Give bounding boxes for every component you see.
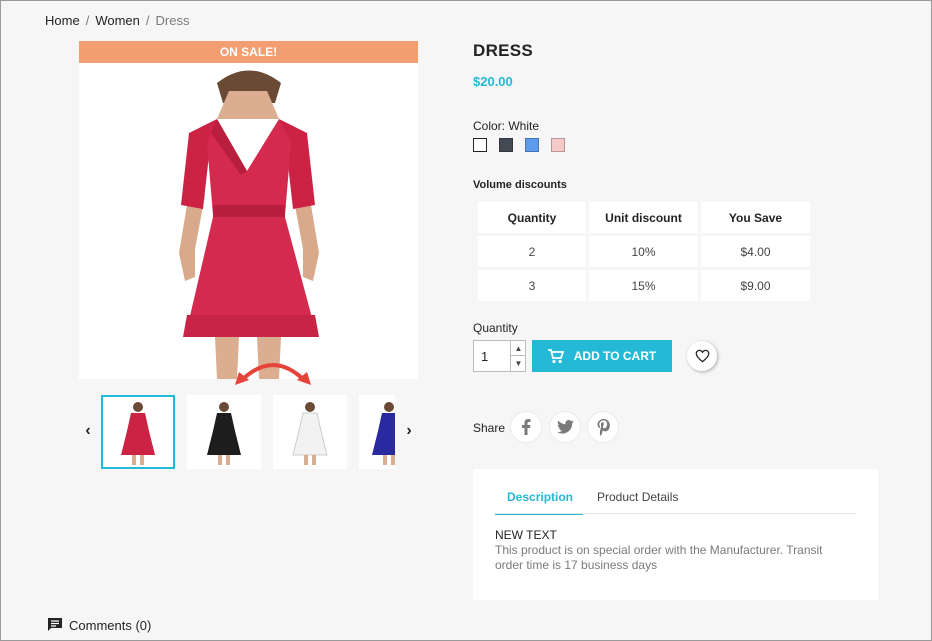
quantity-stepper: ▲ ▼: [473, 340, 526, 372]
thumbnail-dress-image: [207, 402, 241, 465]
table-cell: $4.00: [701, 236, 810, 267]
pinterest-share-button[interactable]: [588, 412, 618, 442]
chevron-up-icon[interactable]: ▲: [510, 341, 526, 356]
heart-icon: [695, 349, 709, 363]
thumbnail-white[interactable]: [273, 395, 347, 469]
add-to-cart-label: ADD TO CART: [573, 349, 657, 363]
color-label: Color: White: [473, 119, 540, 133]
swatch-dark-grey[interactable]: [499, 138, 513, 152]
sale-badge: ON SALE!: [79, 41, 418, 63]
main-product-image[interactable]: ON SALE!: [79, 41, 418, 379]
table-cell: $9.00: [701, 270, 810, 301]
pinterest-icon: [597, 418, 610, 436]
breadcrumb-women[interactable]: Women: [95, 13, 140, 28]
product-tabs: Description Product Details NEW TEXT Thi…: [473, 469, 878, 600]
tab-divider: [495, 513, 857, 514]
color-swatches: [473, 138, 565, 152]
table-cell: 2: [478, 236, 586, 267]
twitter-share-button[interactable]: [550, 412, 580, 442]
breadcrumb-separator: /: [145, 13, 150, 28]
table-row: 3 15% $9.00: [478, 270, 810, 301]
column-header: Quantity: [478, 202, 586, 233]
table-cell: 3: [478, 270, 586, 301]
thumbnail-carousel: ‹ ›: [79, 393, 418, 471]
breadcrumb-home[interactable]: Home: [45, 13, 80, 28]
cart-icon: [547, 348, 564, 363]
thumbnail-dress-image: [292, 402, 328, 465]
swatch-blue[interactable]: [525, 138, 539, 152]
volume-discounts-title: Volume discounts: [473, 179, 567, 191]
swatch-pink[interactable]: [551, 138, 565, 152]
comments-link[interactable]: Comments (0): [47, 617, 151, 633]
facebook-icon: [522, 419, 531, 435]
quantity-label: Quantity: [473, 321, 518, 335]
chevron-left-icon[interactable]: ‹: [79, 421, 97, 441]
comments-label: Comments (0): [69, 617, 152, 633]
table-cell: 10%: [589, 236, 698, 267]
wishlist-button[interactable]: [687, 341, 717, 371]
description-text: This product is on special order with th…: [495, 543, 823, 572]
swatch-white[interactable]: [473, 138, 487, 152]
volume-discounts-table: Quantity Unit discount You Save 2 10% $4…: [475, 199, 813, 304]
tab-product-details[interactable]: Product Details: [597, 490, 678, 513]
table-row: 2 10% $4.00: [478, 236, 810, 267]
thumbnail-blue[interactable]: [359, 395, 395, 469]
breadcrumb: Home / Women / Dress: [45, 13, 189, 28]
twitter-icon: [556, 420, 574, 434]
thumbnail-dress-image: [372, 402, 395, 465]
breadcrumb-separator: /: [85, 13, 90, 28]
comment-icon: [48, 618, 62, 631]
table-header-row: Quantity Unit discount You Save: [478, 202, 810, 233]
thumbnail-black[interactable]: [187, 395, 261, 469]
tab-description[interactable]: Description: [495, 490, 584, 515]
description-title: NEW TEXT: [495, 528, 557, 542]
thumbnail-red[interactable]: [101, 395, 175, 469]
share-label: Share: [473, 421, 506, 435]
chevron-down-icon[interactable]: ▼: [510, 356, 526, 371]
chevron-right-icon[interactable]: ›: [400, 421, 418, 441]
thumbnail-dress-image: [121, 402, 155, 465]
swap-arrow-icon: [235, 363, 311, 385]
product-title: DRESS: [473, 41, 534, 60]
add-to-cart-button[interactable]: ADD TO CART: [532, 340, 672, 372]
column-header: You Save: [701, 202, 810, 233]
dress-photo: [179, 70, 319, 379]
column-header: Unit discount: [589, 202, 698, 233]
product-price: $20.00: [473, 74, 513, 89]
table-cell: 15%: [589, 270, 698, 301]
quantity-input[interactable]: [474, 341, 510, 371]
breadcrumb-current: Dress: [155, 13, 190, 28]
facebook-share-button[interactable]: [511, 412, 541, 442]
